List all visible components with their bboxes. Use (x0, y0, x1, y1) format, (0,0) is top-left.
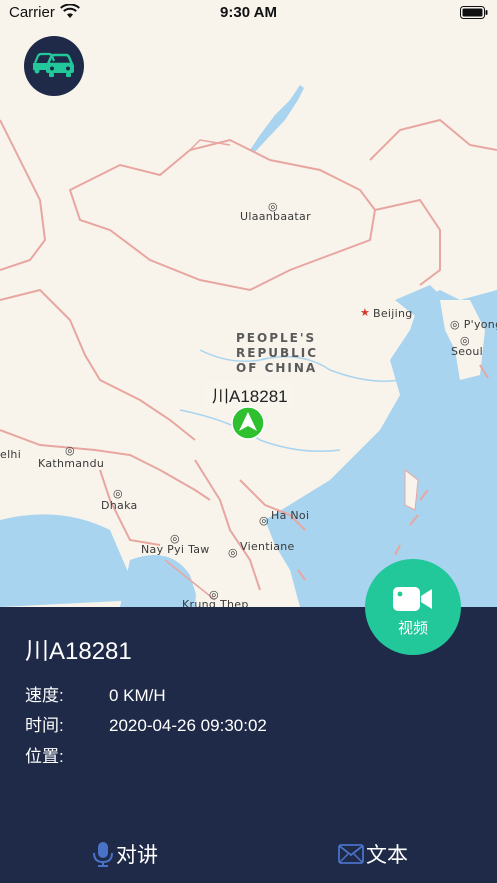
vehicle-marker-label: 川A18281 (206, 381, 294, 408)
capital-star-icon: ★ (360, 306, 371, 319)
intercom-button[interactable]: 对讲 (92, 839, 158, 869)
intercom-label: 对讲 (116, 844, 158, 867)
text-message-button[interactable]: 文本 (338, 839, 408, 869)
city-label-bangkok: Krung Thep (182, 598, 249, 607)
city-label-dhaka: Dhaka (101, 499, 138, 512)
city-dot-icon: ◎ (268, 200, 278, 213)
time-label: 时间: (25, 716, 64, 735)
city-label-vientiane: Vientiane (240, 540, 295, 553)
status-bar: Carrier 9:30 AM (0, 0, 497, 26)
position-row: 位置: (25, 742, 109, 767)
text-label: 文本 (366, 844, 408, 867)
city-label-kathmandu: Kathmandu (38, 457, 105, 470)
vehicles-button[interactable] (24, 36, 84, 96)
city-label-naypyitaw: Nay Pyi Taw (141, 543, 210, 556)
city-dot-icon: ◎ (259, 514, 269, 527)
vehicle-marker-icon[interactable] (231, 406, 265, 440)
position-label: 位置: (25, 747, 64, 766)
cars-icon (32, 49, 76, 84)
city-label-beijing: Beijing (373, 307, 413, 320)
speed-label: 速度: (25, 686, 64, 705)
time-row: 时间: 2020-04-26 09:30:02 (25, 711, 267, 736)
video-camera-icon (393, 585, 433, 618)
video-button[interactable]: 视频 (365, 559, 461, 655)
map-canvas (0, 0, 497, 607)
city-label-delhi: elhi (0, 448, 22, 461)
city-label-seoul: Seoul (451, 345, 484, 358)
map-view[interactable]: Ulaanbaatar ◎ ★ Beijing ◎ P'yong ◎ Seoul… (0, 0, 497, 607)
city-label-pyongyang: ◎ P'yong (450, 318, 497, 331)
city-label-hanoi: Ha Noi (271, 509, 310, 522)
microphone-icon (93, 842, 113, 867)
clock: 9:30 AM (220, 4, 277, 21)
battery-icon (460, 6, 488, 23)
vehicle-plate: 川A18281 (25, 638, 132, 665)
envelope-icon (338, 844, 364, 864)
city-dot-icon: ◎ (228, 546, 238, 559)
country-label-china: PEOPLE'S REPUBLIC OF CHINA (236, 331, 319, 375)
speed-value: 0 KM/H (109, 686, 166, 705)
time-value: 2020-04-26 09:30:02 (109, 716, 267, 735)
speed-row: 速度: 0 KM/H (25, 681, 166, 706)
city-dot-icon: ◎ (65, 444, 75, 457)
video-button-label: 视频 (397, 620, 428, 637)
